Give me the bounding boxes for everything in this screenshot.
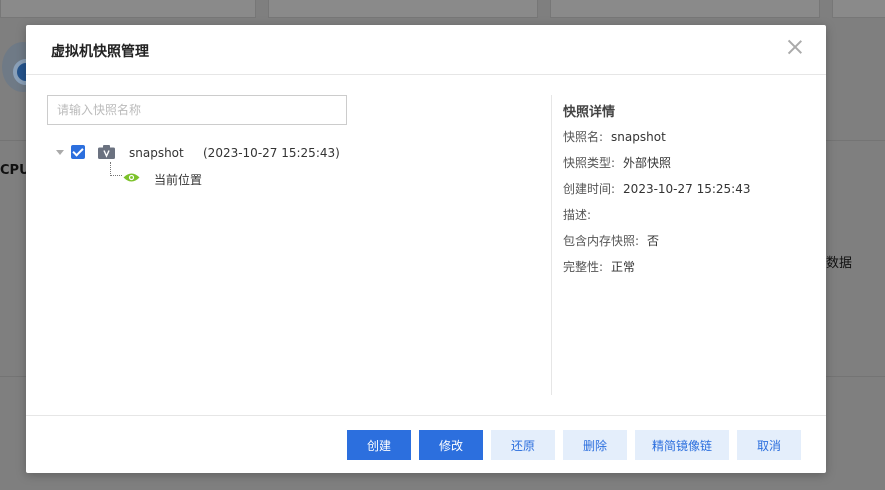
- detail-label: 完整性:: [563, 260, 604, 274]
- dialog-header: 虚拟机快照管理: [26, 25, 826, 75]
- background-card: [0, 0, 256, 18]
- tree-connector: [110, 162, 122, 176]
- detail-value: 正常: [611, 260, 636, 274]
- detail-label: 快照类型:: [563, 156, 616, 170]
- snapshot-management-dialog: 虚拟机快照管理 snapshot (2023-10-27 15:25:43) 当…: [26, 25, 826, 473]
- footer-divider: [26, 415, 826, 416]
- detail-value: 2023-10-27 15:25:43: [623, 182, 751, 196]
- background-data-label: 数据: [826, 256, 853, 271]
- snapshot-time: (2023-10-27 15:25:43): [203, 146, 340, 160]
- detail-row-created: 创建时间: 2023-10-27 15:25:43: [563, 180, 751, 197]
- close-icon[interactable]: [786, 38, 804, 56]
- snapshot-name[interactable]: snapshot: [129, 146, 184, 160]
- current-position-label: 当前位置: [154, 173, 203, 187]
- detail-label: 描述:: [563, 208, 592, 222]
- background-card: [550, 0, 820, 18]
- details-title: 快照详情: [563, 105, 616, 120]
- snapshot-search-input[interactable]: [47, 95, 347, 125]
- eye-icon: [123, 173, 140, 182]
- tree-node-current-position[interactable]: 当前位置: [26, 162, 551, 188]
- detail-row-name: 快照名: snapshot: [563, 128, 666, 145]
- background-card: [268, 0, 538, 18]
- caret-down-icon[interactable]: [56, 150, 64, 155]
- detail-value: snapshot: [611, 130, 666, 144]
- detail-row-description: 描述:: [563, 206, 599, 223]
- snapshot-tree-pane: snapshot (2023-10-27 15:25:43) 当前位置: [26, 75, 551, 395]
- detail-row-type: 快照类型: 外部快照: [563, 154, 671, 171]
- detail-row-integrity: 完整性: 正常: [563, 258, 635, 275]
- simplify-image-chain-button[interactable]: 精简镜像链: [635, 430, 729, 460]
- detail-value: 外部快照: [623, 156, 672, 170]
- background-card: [832, 0, 885, 18]
- detail-label: 创建时间:: [563, 182, 616, 196]
- camera-icon: [98, 145, 115, 159]
- detail-label: 包含内存快照:: [563, 234, 640, 248]
- detail-label: 快照名:: [563, 130, 604, 144]
- pane-divider: [551, 95, 552, 395]
- detail-row-memory: 包含内存快照: 否: [563, 232, 659, 249]
- tree-node-snapshot[interactable]: snapshot (2023-10-27 15:25:43): [26, 143, 551, 163]
- delete-button[interactable]: 删除: [563, 430, 627, 460]
- dialog-title: 虚拟机快照管理: [51, 44, 149, 60]
- detail-value: 否: [647, 234, 660, 248]
- modify-button[interactable]: 修改: [419, 430, 483, 460]
- snapshot-checkbox[interactable]: [71, 145, 85, 159]
- create-button[interactable]: 创建: [347, 430, 411, 460]
- cancel-button[interactable]: 取消: [737, 430, 801, 460]
- restore-button[interactable]: 还原: [491, 430, 555, 460]
